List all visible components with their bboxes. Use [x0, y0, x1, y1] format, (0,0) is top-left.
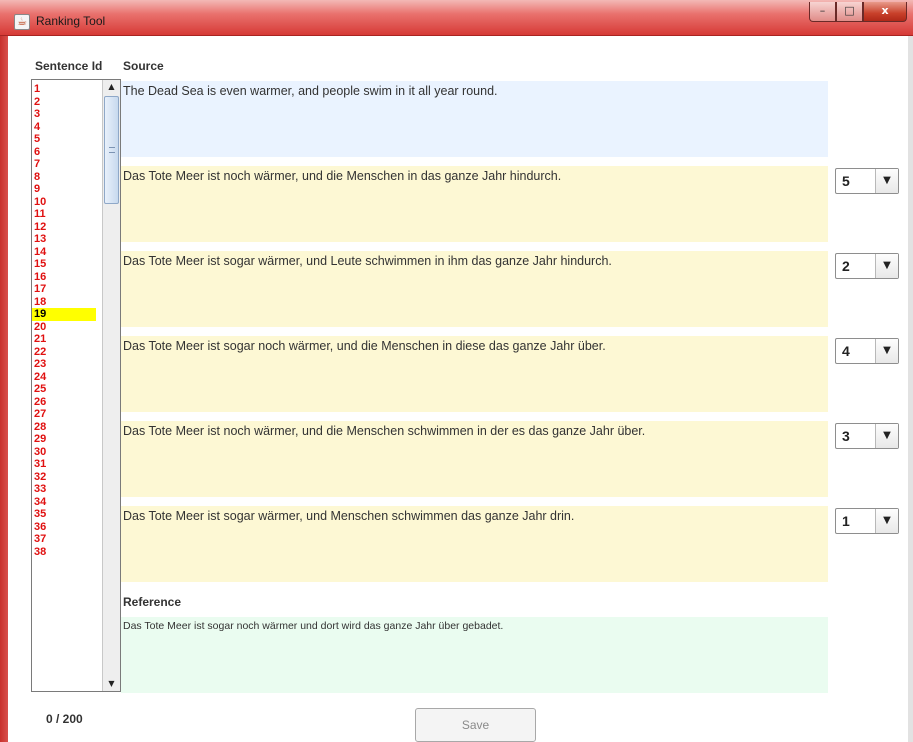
- sentence-id-item-selected[interactable]: 19: [32, 308, 96, 321]
- window-left-border: [0, 36, 8, 742]
- sentence-id-item[interactable]: 13: [32, 233, 96, 246]
- sentence-id-item[interactable]: 12: [32, 221, 96, 234]
- sentence-id-item[interactable]: 35: [32, 508, 96, 521]
- sentence-id-item[interactable]: 11: [32, 208, 96, 221]
- candidate-2-rank-select[interactable]: 2 ▼: [835, 253, 899, 279]
- chevron-down-icon[interactable]: ▼: [875, 509, 898, 533]
- candidate-5-text[interactable]: Das Tote Meer ist sogar wärmer, und Mens…: [121, 506, 828, 582]
- sentence-id-item[interactable]: 23: [32, 358, 96, 371]
- chevron-down-icon[interactable]: ▼: [875, 169, 898, 193]
- chevron-down-icon[interactable]: ▼: [875, 339, 898, 363]
- sentence-id-item[interactable]: 34: [32, 496, 96, 509]
- sentence-id-item[interactable]: 30: [32, 446, 96, 459]
- sentence-id-item[interactable]: 24: [32, 371, 96, 384]
- sentence-id-item[interactable]: 14: [32, 246, 96, 259]
- sentence-id-item[interactable]: 32: [32, 471, 96, 484]
- sentence-id-item[interactable]: 29: [32, 433, 96, 446]
- rank-value: 4: [842, 343, 850, 359]
- candidate-1-text[interactable]: Das Tote Meer ist noch wärmer, und die M…: [121, 166, 828, 242]
- java-app-icon: ☕: [14, 14, 30, 30]
- sentence-id-item[interactable]: 5: [32, 133, 96, 146]
- sentence-id-item[interactable]: 10: [32, 196, 96, 209]
- progress-counter: 0 / 200: [46, 712, 83, 726]
- sentence-id-item[interactable]: 7: [32, 158, 96, 171]
- chevron-down-icon[interactable]: ▼: [875, 424, 898, 448]
- sentence-id-item[interactable]: 27: [32, 408, 96, 421]
- scroll-up-arrow-icon[interactable]: ▲: [103, 80, 120, 94]
- title-bar[interactable]: ☕ Ranking Tool – □ x: [0, 0, 913, 36]
- sentence-id-item[interactable]: 2: [32, 96, 96, 109]
- sentence-id-item[interactable]: 25: [32, 383, 96, 396]
- sentence-id-item[interactable]: 1: [32, 83, 96, 96]
- sentence-id-item[interactable]: 31: [32, 458, 96, 471]
- sentence-id-item[interactable]: 36: [32, 521, 96, 534]
- sentence-id-list[interactable]: 1 2 3 4 5 6 7 8 9 10 11 12 13 14 15 16 17 18 19 20 21 22 23 24 2…: [31, 79, 121, 692]
- sentence-id-item[interactable]: 3: [32, 108, 96, 121]
- window-right-border: [908, 36, 913, 742]
- scroll-grip-icon: [109, 147, 115, 153]
- candidate-3-rank-select[interactable]: 4 ▼: [835, 338, 899, 364]
- candidate-4-text[interactable]: Das Tote Meer ist noch wärmer, und die M…: [121, 421, 828, 497]
- sentence-id-item[interactable]: 38: [32, 546, 96, 559]
- candidate-5-rank-select[interactable]: 1 ▼: [835, 508, 899, 534]
- sentence-list-scrollbar[interactable]: ▲ ▼: [102, 80, 120, 691]
- candidate-4-rank-select[interactable]: 3 ▼: [835, 423, 899, 449]
- maximize-button[interactable]: □: [836, 2, 863, 22]
- rank-value: 3: [842, 428, 850, 444]
- sentence-id-item[interactable]: 21: [32, 333, 96, 346]
- sentence-id-item[interactable]: 4: [32, 121, 96, 134]
- sentence-id-item[interactable]: 8: [32, 171, 96, 184]
- sentence-id-items: 1 2 3 4 5 6 7 8 9 10 11 12 13 14 15 16 17 18 19 20 21 22 23 24 2…: [32, 83, 96, 558]
- sentence-id-item[interactable]: 6: [32, 146, 96, 159]
- sentence-id-item[interactable]: 20: [32, 321, 96, 334]
- rank-value: 1: [842, 513, 850, 529]
- reference-label: Reference: [123, 595, 182, 609]
- candidate-1-rank-select[interactable]: 5 ▼: [835, 168, 899, 194]
- close-button[interactable]: x: [863, 2, 907, 22]
- rank-value: 5: [842, 173, 850, 189]
- sentence-id-item[interactable]: 17: [32, 283, 96, 296]
- chevron-down-icon[interactable]: ▼: [875, 254, 898, 278]
- candidate-2-text[interactable]: Das Tote Meer ist sogar wärmer, und Leut…: [121, 251, 828, 327]
- reference-text-panel[interactable]: Das Tote Meer ist sogar noch wärmer und …: [121, 617, 828, 693]
- window-controls: – □ x: [809, 2, 907, 24]
- source-label: Source: [123, 59, 164, 73]
- sentence-id-item[interactable]: 16: [32, 271, 96, 284]
- main-content: Sentence Id Source 1 2 3 4 5 6 7 8 9 10 11 12 13 14 15…: [8, 36, 908, 742]
- source-text-panel[interactable]: The Dead Sea is even warmer, and people …: [121, 81, 828, 157]
- sentence-id-item[interactable]: 28: [32, 421, 96, 434]
- candidate-3-text[interactable]: Das Tote Meer ist sogar noch wärmer, und…: [121, 336, 828, 412]
- minimize-button[interactable]: –: [809, 2, 836, 22]
- scroll-thumb[interactable]: [104, 96, 119, 204]
- sentence-id-item[interactable]: 22: [32, 346, 96, 359]
- scroll-down-arrow-icon[interactable]: ▼: [103, 677, 120, 691]
- save-button[interactable]: Save: [415, 708, 536, 742]
- sentence-id-item[interactable]: 37: [32, 533, 96, 546]
- sentence-id-label: Sentence Id: [35, 59, 103, 73]
- rank-value: 2: [842, 258, 850, 274]
- sentence-id-item[interactable]: 18: [32, 296, 96, 309]
- sentence-id-item[interactable]: 9: [32, 183, 96, 196]
- sentence-id-item[interactable]: 15: [32, 258, 96, 271]
- sentence-id-item[interactable]: 33: [32, 483, 96, 496]
- window-title: Ranking Tool: [36, 14, 106, 28]
- sentence-id-item[interactable]: 26: [32, 396, 96, 409]
